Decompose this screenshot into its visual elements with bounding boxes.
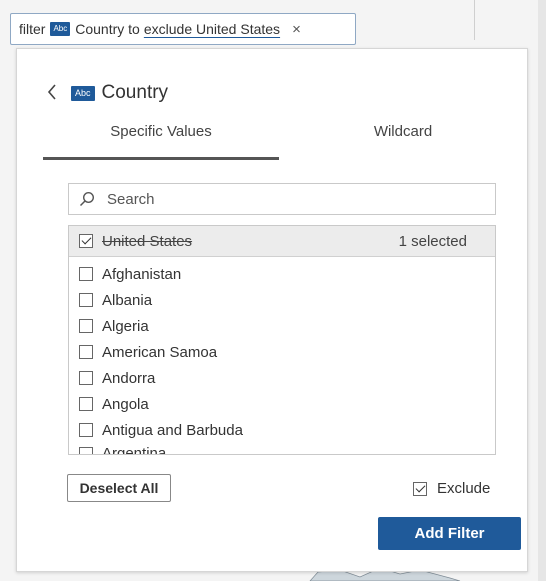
filter-pill[interactable]: filter Abc Country to exclude United Sta… xyxy=(10,13,356,45)
checkbox[interactable] xyxy=(79,267,93,281)
list-item[interactable]: Andorra xyxy=(69,365,495,391)
exclude-label: Exclude xyxy=(437,480,491,497)
selected-item-row[interactable]: United States 1 selected xyxy=(69,226,495,257)
list-item-label: American Samoa xyxy=(102,343,218,361)
list-item[interactable]: Argentina xyxy=(69,443,495,455)
checkbox[interactable] xyxy=(79,293,93,307)
tab-wildcard[interactable]: Wildcard xyxy=(305,123,501,140)
selected-item-label: United States xyxy=(102,232,193,250)
list-item[interactable]: Angola xyxy=(69,391,495,417)
checkbox[interactable] xyxy=(79,423,93,437)
list-item-label: Argentina xyxy=(102,445,167,455)
list-item[interactable]: American Samoa xyxy=(69,339,495,365)
search-box[interactable] xyxy=(68,183,496,215)
search-input[interactable] xyxy=(105,189,469,209)
list-item-label: Algeria xyxy=(102,317,149,335)
chevron-left-icon[interactable] xyxy=(47,82,57,104)
list-item-label: Antigua and Barbuda xyxy=(102,421,243,439)
background-divider xyxy=(474,0,475,40)
active-tab-indicator xyxy=(43,157,279,160)
list-item[interactable]: Afghanistan xyxy=(69,261,495,287)
list-item-label: Andorra xyxy=(102,369,156,387)
list-item-label: Angola xyxy=(102,395,149,413)
filter-connector: to xyxy=(128,21,140,37)
list-item[interactable]: Algeria xyxy=(69,313,495,339)
filter-value: exclude United States xyxy=(143,21,281,37)
list-item-label: Afghanistan xyxy=(102,265,182,283)
values-list[interactable]: United States 1 selected Afghanistan Alb… xyxy=(68,225,496,455)
checkbox-checked[interactable] xyxy=(79,234,93,248)
checkbox[interactable] xyxy=(79,345,93,359)
list-item[interactable]: Albania xyxy=(69,287,495,313)
text-type-badge: Abc xyxy=(50,22,71,36)
checkbox[interactable] xyxy=(79,447,93,454)
filter-field: Country xyxy=(75,21,125,37)
selected-count: 1 selected xyxy=(398,232,467,250)
checkbox[interactable] xyxy=(79,397,93,411)
checkbox[interactable] xyxy=(79,371,93,385)
exclude-checkbox[interactable] xyxy=(413,481,427,496)
filter-prefix: filter xyxy=(19,21,46,37)
close-icon[interactable]: × xyxy=(292,21,301,38)
deselect-all-button[interactable]: Deselect All xyxy=(67,474,171,502)
search-icon xyxy=(79,191,95,207)
exclude-toggle[interactable]: Exclude xyxy=(413,480,490,497)
tab-bar: Specific Values Wildcard xyxy=(43,123,513,160)
dialog-header: Abc Country xyxy=(47,82,168,104)
text-type-badge: Abc xyxy=(71,85,95,101)
filter-dialog: Abc Country Specific Values Wildcard Uni… xyxy=(16,48,528,572)
list-item[interactable]: Antigua and Barbuda xyxy=(69,417,495,443)
background-column xyxy=(538,0,546,581)
add-filter-button[interactable]: Add Filter xyxy=(378,517,521,550)
list-item-label: Albania xyxy=(102,291,153,309)
field-title: Country xyxy=(101,82,169,103)
checkbox[interactable] xyxy=(79,319,93,333)
tab-specific-values[interactable]: Specific Values xyxy=(43,123,279,140)
